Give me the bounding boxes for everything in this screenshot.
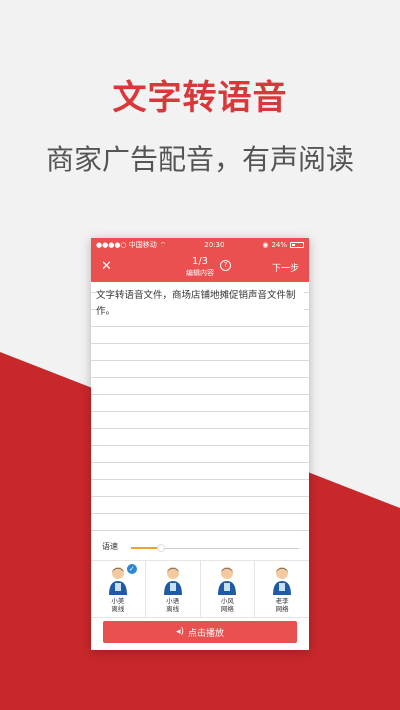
page-subtitle: 商家广告配音，有声阅读 (45, 143, 354, 176)
voice-option[interactable]: 小风 网络 (199, 561, 255, 617)
help-icon[interactable]: ? (220, 260, 231, 271)
voice-selector: ✓ 小美 离线 小语 离线 小风 网络 老李 网络 (91, 560, 309, 618)
phone-screen: ●●●●○ 中国移动 ⌔ 20:30 ◉ 24% ✕ 1/3 编辑内容 ? 下一… (91, 238, 309, 650)
play-button[interactable]: ◂) 点击播放 (103, 621, 297, 643)
speed-slider-knob[interactable] (157, 544, 166, 552)
speed-label: 语速 (102, 542, 118, 551)
speed-control: 语速 (91, 538, 309, 556)
voice-mode: 网络 (275, 605, 289, 613)
battery-icon (290, 242, 304, 248)
voice-option[interactable]: 老李 网络 (254, 561, 309, 617)
voice-mode: 网络 (220, 605, 234, 613)
editor-content[interactable]: 文字转语音文件，商场店铺地摊促销声音文件制作。 (96, 288, 304, 320)
nav-bar: ✕ 1/3 编辑内容 ? 下一步 (91, 252, 309, 282)
status-carrier: ●●●●○ 中国移动 ⌔ (96, 240, 166, 250)
selected-check-icon: ✓ (126, 564, 137, 574)
speed-slider[interactable] (131, 544, 299, 552)
person-avatar-icon (163, 567, 182, 595)
next-step-button[interactable]: 下一步 (272, 261, 299, 274)
status-bar: ●●●●○ 中国移动 ⌔ 20:30 ◉ 24% (91, 238, 309, 252)
carrier-label: ●●●●○ 中国移动 (96, 241, 157, 249)
voice-option[interactable]: ✓ 小美 离线 (91, 561, 145, 617)
page-headline: 文字转语音 (112, 78, 288, 118)
person-avatar-icon (218, 567, 237, 595)
voice-option[interactable]: 小语 离线 (144, 561, 200, 617)
voice-mode: 离线 (111, 605, 125, 613)
voice-name: 小美 (111, 597, 125, 605)
person-avatar-icon (108, 567, 127, 595)
voice-name: 小风 (220, 597, 234, 605)
text-editor[interactable]: 文字转语音文件，商场店铺地摊促销声音文件制作。 (91, 282, 309, 534)
status-time: 20:30 (204, 241, 225, 249)
sound-icon: ◂) (175, 627, 184, 637)
status-right: ◉ 24% (262, 241, 304, 249)
voice-name: 老李 (275, 597, 289, 605)
wifi-icon: ⌔ (159, 240, 167, 249)
voice-mode: 离线 (166, 605, 180, 613)
play-button-label: 点击播放 (188, 628, 225, 639)
voice-name: 小语 (166, 597, 180, 605)
person-avatar-icon (273, 567, 292, 595)
battery-percent: 24% (271, 241, 287, 249)
rotation-lock-icon: ◉ (262, 241, 269, 249)
